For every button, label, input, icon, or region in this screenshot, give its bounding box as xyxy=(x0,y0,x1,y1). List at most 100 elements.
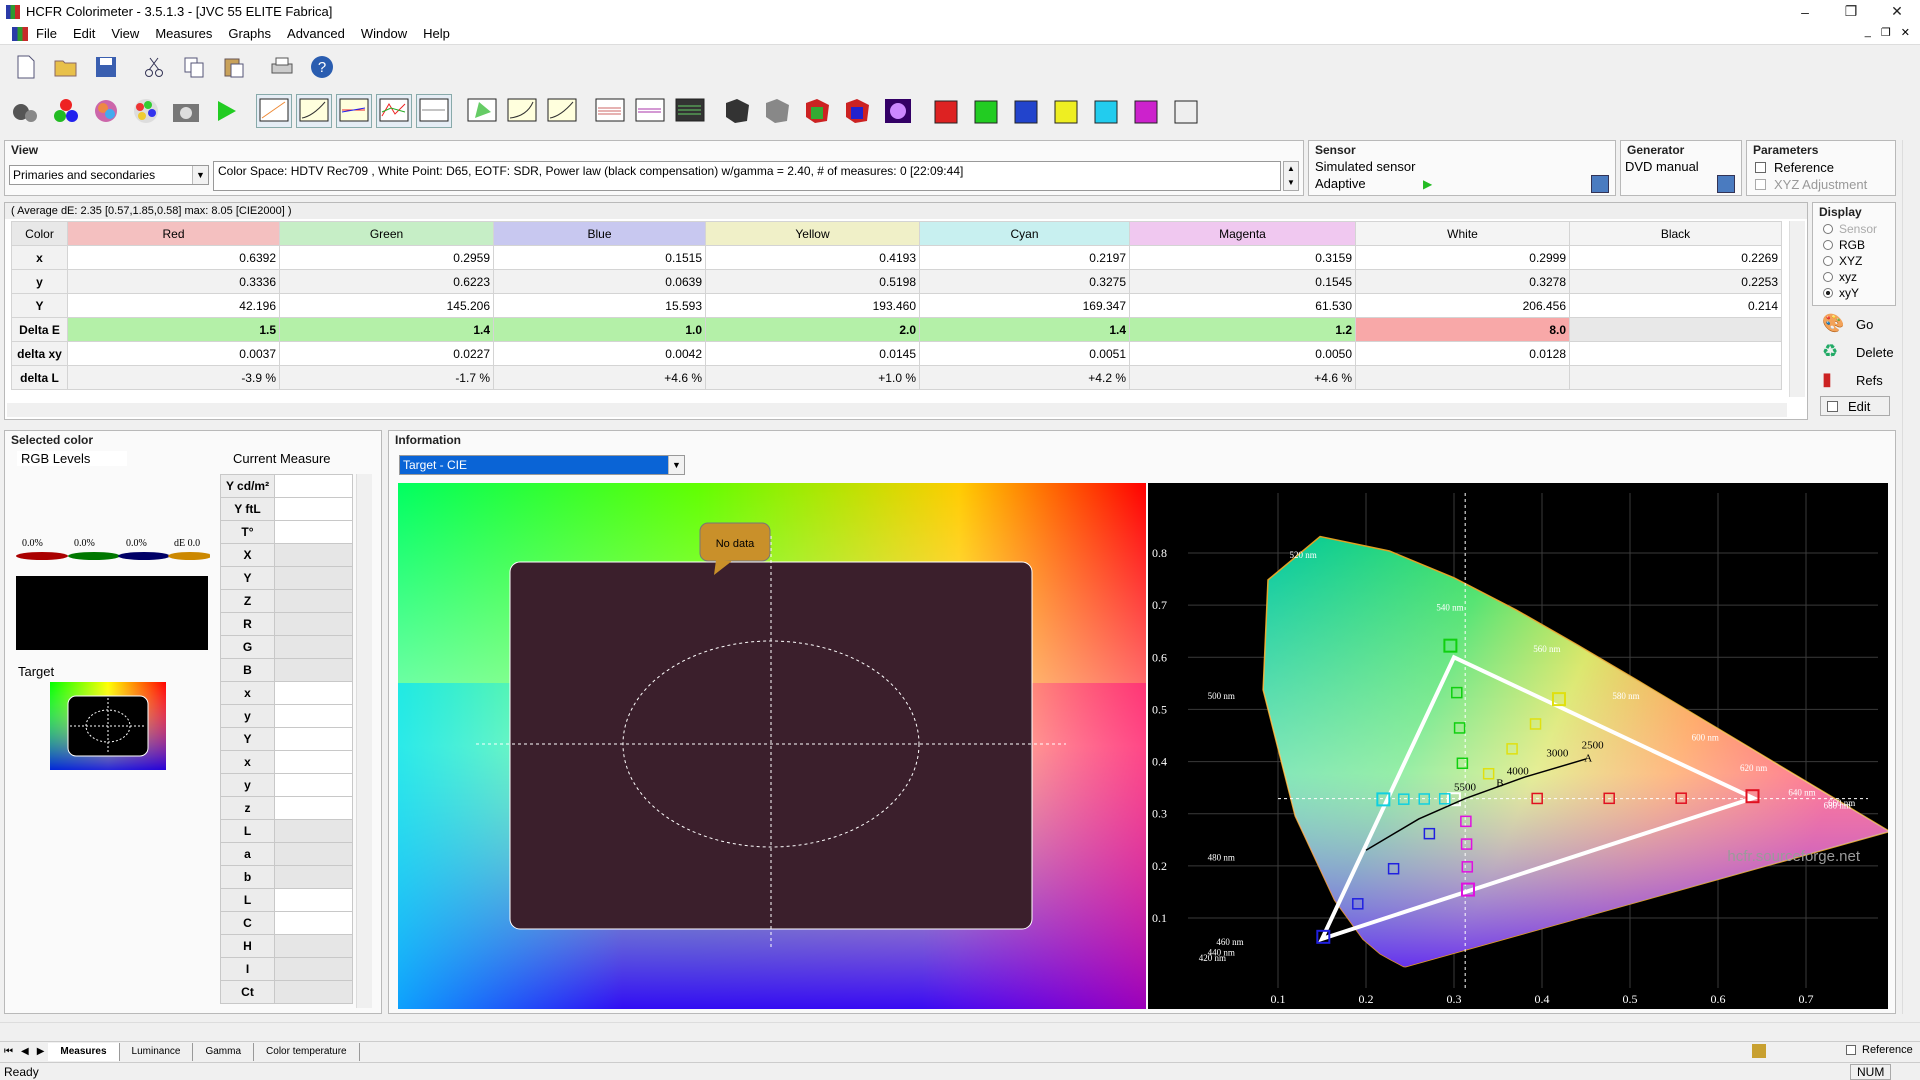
radio-icon[interactable] xyxy=(1823,272,1833,282)
checkbox-icon[interactable] xyxy=(1846,1045,1856,1055)
cube-cyan-icon[interactable] xyxy=(1088,94,1124,128)
table-row[interactable]: delta L -3.9 % -1.7 % +4.6 % +1.0 % +4.2 % +4.… xyxy=(11,365,1782,390)
table-cell[interactable]: 145.206 xyxy=(279,293,494,318)
table-cell[interactable]: -1.7 % xyxy=(279,365,494,390)
cube-yellow-icon[interactable] xyxy=(1048,94,1084,128)
table-cell[interactable]: 1.0 xyxy=(493,317,706,342)
table-cell[interactable]: 0.0227 xyxy=(279,341,494,366)
paint5-icon[interactable] xyxy=(880,94,916,128)
table-row[interactable]: delta xy 0.0037 0.0227 0.0042 0.0145 0.0051 0.… xyxy=(11,341,1782,366)
main-horizontal-scrollbar[interactable] xyxy=(0,1022,1920,1038)
table-row[interactable]: x 0.6392 0.2959 0.1515 0.4193 0.2197 0.3159 0.2… xyxy=(11,245,1782,270)
table-cell[interactable]: 1.2 xyxy=(1129,317,1356,342)
gamma2-icon[interactable] xyxy=(632,94,668,128)
table-cell[interactable]: 0.1515 xyxy=(493,245,706,270)
grid-horizontal-scrollbar[interactable] xyxy=(7,403,1787,417)
tab-luminance[interactable]: Luminance xyxy=(120,1042,194,1061)
info-spinner[interactable]: ▲ ▼ xyxy=(1283,161,1299,191)
checkbox-icon[interactable] xyxy=(1827,400,1838,412)
paint3-icon[interactable] xyxy=(800,94,836,128)
menu-window[interactable]: Window xyxy=(353,26,415,41)
table-cell[interactable]: 0.2269 xyxy=(1569,245,1782,270)
chart1-icon[interactable] xyxy=(256,94,292,128)
radio-icon[interactable] xyxy=(1823,224,1833,234)
close-button[interactable]: ✕ xyxy=(1874,0,1920,23)
rgb-icon[interactable] xyxy=(48,94,84,128)
table-cell[interactable]: 0.3278 xyxy=(1355,269,1570,294)
edit-toggle[interactable]: Edit xyxy=(1820,396,1890,416)
display-option-xyz-lower[interactable]: xyz xyxy=(1813,269,1895,285)
palette-icon[interactable] xyxy=(128,94,164,128)
mdi-close-button[interactable]: ✕ xyxy=(1901,26,1910,39)
information-mode-select[interactable]: Target - CIE ▼ xyxy=(399,455,685,475)
tab-next-icon[interactable]: ▶ xyxy=(33,1046,49,1057)
table-cell[interactable]: 61.530 xyxy=(1129,293,1356,318)
paste-icon[interactable] xyxy=(216,50,252,84)
go-button[interactable]: 🎨 Go xyxy=(1816,310,1896,338)
paint1-icon[interactable] xyxy=(720,94,756,128)
table-cell[interactable] xyxy=(1355,365,1570,390)
camera-icon[interactable] xyxy=(168,94,204,128)
table-cell[interactable]: 0.2197 xyxy=(919,245,1130,270)
table-cell[interactable] xyxy=(1569,341,1782,366)
column-header-red[interactable]: Red xyxy=(67,221,280,246)
view-mode-select[interactable]: Primaries and secondaries ▼ xyxy=(9,165,209,185)
column-header-yellow[interactable]: Yellow xyxy=(705,221,920,246)
xyz-adjustment-checkbox[interactable]: XYZ Adjustment xyxy=(1755,177,1867,192)
paint4-icon[interactable] xyxy=(840,94,876,128)
maximize-button[interactable]: ❐ xyxy=(1828,0,1874,23)
checkbox-icon[interactable] xyxy=(1755,179,1766,190)
cut-icon[interactable] xyxy=(136,50,172,84)
lum2-icon[interactable] xyxy=(544,94,580,128)
print-icon[interactable] xyxy=(264,50,300,84)
table-cell[interactable]: +4.6 % xyxy=(493,365,706,390)
chevron-down-icon[interactable]: ▼ xyxy=(192,166,208,184)
play-icon[interactable]: ▶ xyxy=(1423,177,1432,191)
radio-icon[interactable] xyxy=(1823,240,1833,250)
save-icon[interactable] xyxy=(88,50,124,84)
new-icon[interactable] xyxy=(8,50,44,84)
table-cell[interactable]: -3.9 % xyxy=(67,365,280,390)
table-cell[interactable]: 1.5 xyxy=(67,317,280,342)
table-cell[interactable] xyxy=(1569,317,1782,342)
help-icon[interactable]: ? xyxy=(304,50,340,84)
table-cell[interactable]: 1.4 xyxy=(279,317,494,342)
refs-button[interactable]: ▮ Refs xyxy=(1816,366,1896,394)
gamma-icon[interactable] xyxy=(592,94,628,128)
checkbox-icon[interactable] xyxy=(1755,162,1766,173)
generator-config-icon[interactable] xyxy=(1717,175,1735,193)
cie-icon[interactable] xyxy=(464,94,500,128)
table-cell[interactable]: 0.4193 xyxy=(705,245,920,270)
open-icon[interactable] xyxy=(48,50,84,84)
chart5-icon[interactable] xyxy=(416,94,452,128)
cube-magenta-icon[interactable] xyxy=(1128,94,1164,128)
chevron-down-icon[interactable]: ▼ xyxy=(668,456,684,474)
table-cell[interactable]: +4.2 % xyxy=(919,365,1130,390)
table-row[interactable]: Y 42.196 145.206 15.593 193.460 169.347 61.530… xyxy=(11,293,1782,318)
table-cell[interactable]: 2.0 xyxy=(705,317,920,342)
cube-white-icon[interactable] xyxy=(1168,94,1204,128)
grid-vertical-scrollbar[interactable] xyxy=(1789,221,1805,397)
display-option-xyz-upper[interactable]: XYZ xyxy=(1813,253,1895,269)
main-vertical-scrollbar[interactable] xyxy=(1902,140,1918,1014)
column-header-magenta[interactable]: Magenta xyxy=(1129,221,1356,246)
table-cell[interactable]: 0.0037 xyxy=(67,341,280,366)
menu-measures[interactable]: Measures xyxy=(147,26,220,41)
tab-measures[interactable]: Measures xyxy=(48,1042,120,1061)
table-cell[interactable]: 169.347 xyxy=(919,293,1130,318)
column-header-cyan[interactable]: Cyan xyxy=(919,221,1130,246)
tab-color-temperature[interactable]: Color temperature xyxy=(254,1042,360,1061)
table-cell[interactable]: 0.0639 xyxy=(493,269,706,294)
cube-green-icon[interactable] xyxy=(968,94,1004,128)
table-cell[interactable]: 206.456 xyxy=(1355,293,1570,318)
sensor-config-icon[interactable] xyxy=(1591,175,1609,193)
column-header-white[interactable]: White xyxy=(1355,221,1570,246)
column-header-color[interactable]: Color xyxy=(11,221,68,246)
reference-checkbox[interactable]: Reference xyxy=(1755,160,1834,175)
mdi-minimize-button[interactable]: _ xyxy=(1865,26,1871,39)
play-icon[interactable] xyxy=(208,94,244,128)
radio-icon[interactable] xyxy=(1823,288,1833,298)
table-cell[interactable]: 0.5198 xyxy=(705,269,920,294)
display-option-rgb[interactable]: RGB xyxy=(1813,237,1895,253)
table-cell[interactable] xyxy=(1569,365,1782,390)
